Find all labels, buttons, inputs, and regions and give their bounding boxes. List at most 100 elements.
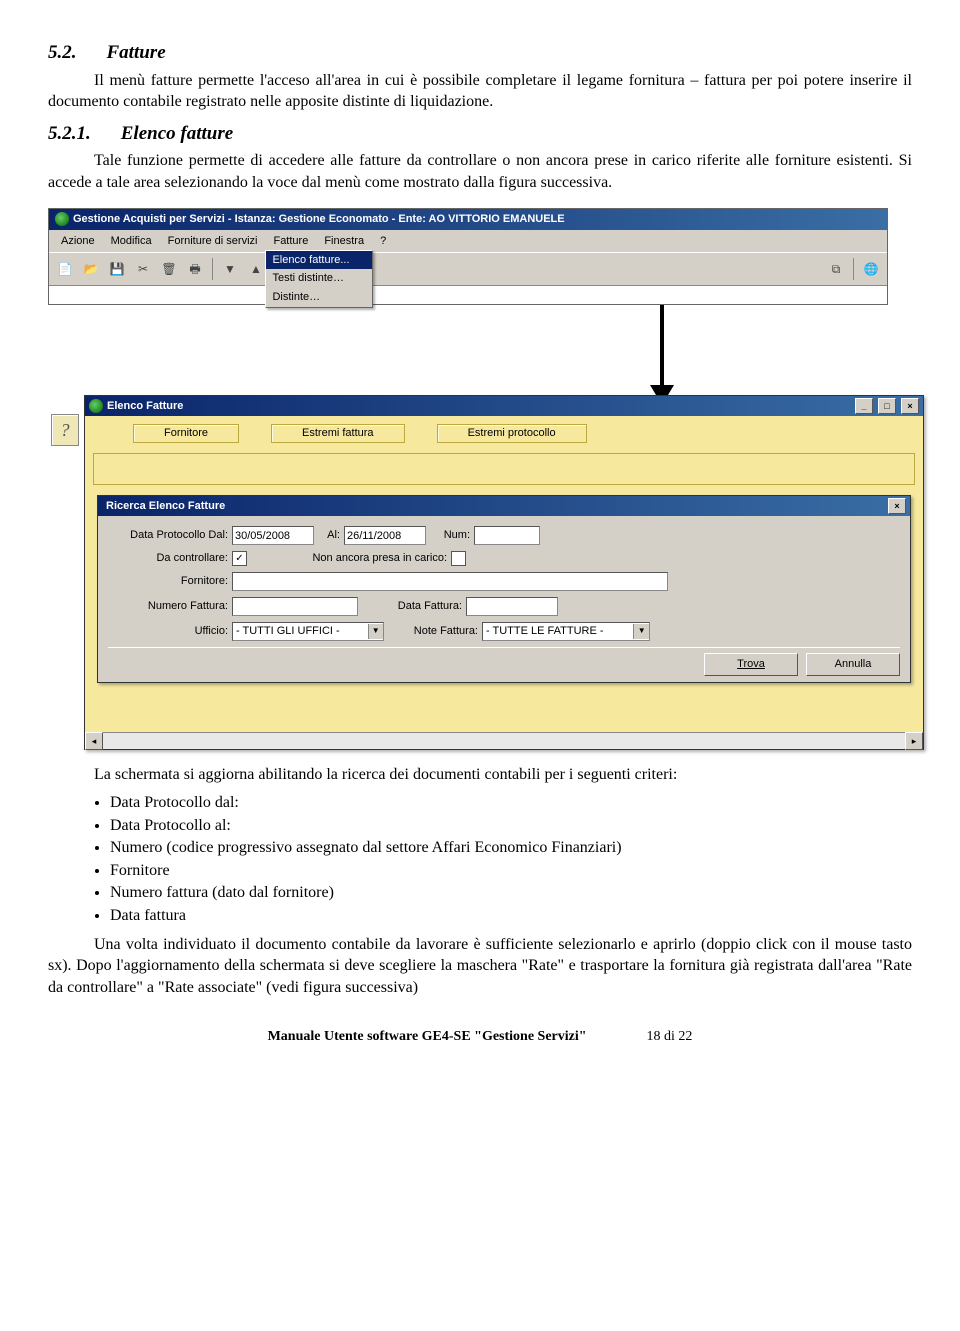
pointer-arrow xyxy=(412,299,912,405)
trova-label: Trova xyxy=(737,657,765,672)
dropdown-testi-distinte[interactable]: Testi distinte… xyxy=(266,269,372,288)
label-fornitore: Fornitore: xyxy=(108,574,228,589)
chevron-down-icon: ▼ xyxy=(368,624,384,639)
toolbar-open-icon[interactable]: 📂 xyxy=(79,257,103,281)
label-da-controllare: Da controllare: xyxy=(108,551,228,566)
input-data-fattura[interactable] xyxy=(466,597,558,616)
menu-finestra[interactable]: Finestra xyxy=(316,232,372,251)
toolbar-new-icon[interactable]: 📄 xyxy=(53,257,77,281)
list-item: Fornitore xyxy=(110,860,912,883)
col-estremi-fattura[interactable]: Estremi fattura xyxy=(271,424,405,443)
ricerca-dialog: Ricerca Elenco Fatture × Data Protocollo… xyxy=(97,495,911,683)
elenco-titlebar: Elenco Fatture _ □ × xyxy=(85,396,923,416)
ricerca-titlebar: Ricerca Elenco Fatture × xyxy=(98,496,910,516)
trova-button[interactable]: Trova xyxy=(704,653,798,676)
subsection-title: Elenco fatture xyxy=(121,123,233,144)
dropdown-distinte[interactable]: Distinte… xyxy=(266,288,372,307)
toolbar-separator xyxy=(212,258,213,280)
app-icon xyxy=(55,212,69,226)
horizontal-scrollbar[interactable]: ◂ ▸ xyxy=(85,732,923,749)
toolbar-print-icon[interactable]: 🖶 xyxy=(183,257,207,281)
annulla-button[interactable]: Annulla xyxy=(806,653,900,676)
input-fornitore[interactable] xyxy=(232,572,668,591)
section-heading: 5.2. Fatture xyxy=(48,40,912,66)
list-item: Numero fattura (dato dal fornitore) xyxy=(110,882,912,905)
toolbar-delete-icon[interactable]: 🗑 xyxy=(157,257,181,281)
toolbar-cut-icon[interactable]: ✂ xyxy=(131,257,155,281)
label-data-prot-dal: Data Protocollo Dal: xyxy=(108,528,228,543)
paragraph-1: Il menù fatture permette l'acceso all'ar… xyxy=(48,70,912,113)
ricerca-form: Data Protocollo Dal: Al: Num: Da control… xyxy=(98,516,910,682)
toolbar-save-icon[interactable]: 💾 xyxy=(105,257,129,281)
menu-fatture[interactable]: Fatture Elenco fatture... Testi distinte… xyxy=(265,232,316,251)
label-ufficio: Ufficio: xyxy=(108,624,228,639)
app-client-area xyxy=(49,285,887,304)
toolbar: 📄 📂 💾 ✂ 🗑 🖶 ▼ ▲ ▶ ⧉ 🌐 xyxy=(49,252,887,285)
elenco-body: Fornitore Estremi fattura Estremi protoc… xyxy=(85,416,923,732)
input-data-prot-al[interactable] xyxy=(344,526,426,545)
elenco-title: Elenco Fatture xyxy=(107,399,183,414)
input-data-prot-dal[interactable] xyxy=(232,526,314,545)
list-area xyxy=(93,453,915,485)
app-window: Gestione Acquisti per Servizi - Istanza:… xyxy=(48,208,888,306)
menu-modifica[interactable]: Modifica xyxy=(103,232,160,251)
toolbar-globe-icon[interactable]: 🌐 xyxy=(859,257,883,281)
app-title: Gestione Acquisti per Servizi - Istanza:… xyxy=(73,212,565,227)
ricerca-title: Ricerca Elenco Fatture xyxy=(106,499,225,514)
label-num-fattura: Numero Fattura: xyxy=(108,599,228,614)
scroll-right-icon[interactable]: ▸ xyxy=(905,732,923,750)
toolbar-up-icon[interactable]: ▲ xyxy=(244,257,268,281)
chevron-down-icon: ▼ xyxy=(633,624,649,639)
toolbar-duplicate-icon[interactable]: ⧉ xyxy=(824,257,848,281)
menu-azione[interactable]: Azione xyxy=(53,232,103,251)
menu-fatture-dropdown: Elenco fatture... Testi distinte… Distin… xyxy=(265,250,373,309)
section-number: 5.2. xyxy=(48,42,77,63)
list-item: Data Protocollo al: xyxy=(110,815,912,838)
window-icon xyxy=(89,399,103,413)
col-estremi-protocollo[interactable]: Estremi protocollo xyxy=(437,424,587,443)
minimize-button[interactable]: _ xyxy=(855,398,873,414)
menu-help[interactable]: ? xyxy=(372,232,394,251)
close-button[interactable]: × xyxy=(901,398,919,414)
label-data-fattura: Data Fattura: xyxy=(362,599,462,614)
input-num-fattura[interactable] xyxy=(232,597,358,616)
footer-page: 18 di 22 xyxy=(647,1028,693,1047)
annulla-label: Annulla xyxy=(835,657,872,672)
label-non-presa: Non ancora presa in carico: xyxy=(251,551,447,566)
label-num: Num: xyxy=(430,528,470,543)
scroll-left-icon[interactable]: ◂ xyxy=(85,732,103,750)
subsection-number: 5.2.1. xyxy=(48,123,91,144)
screenshot-area: Gestione Acquisti per Servizi - Istanza:… xyxy=(48,208,912,751)
menu-forniture[interactable]: Forniture di servizi xyxy=(160,232,266,251)
paragraph-3: La schermata si aggiorna abilitando la r… xyxy=(48,764,912,786)
subsection-heading: 5.2.1. Elenco fatture xyxy=(48,121,912,147)
label-note-fattura: Note Fattura: xyxy=(388,624,478,639)
help-icon[interactable]: ? xyxy=(51,414,79,446)
select-ufficio[interactable]: - TUTTI GLI UFFICI - ▼ xyxy=(232,622,384,641)
paragraph-4: Una volta individuato il documento conta… xyxy=(48,934,912,999)
menubar: Azione Modifica Forniture di servizi Fat… xyxy=(49,230,887,253)
elenco-fatture-window: ? Elenco Fatture _ □ × Fornitore Estremi… xyxy=(84,395,924,750)
menu-fatture-label: Fatture xyxy=(273,235,308,247)
select-note-fattura[interactable]: - TUTTE LE FATTURE - ▼ xyxy=(482,622,650,641)
toolbar-separator xyxy=(853,258,854,280)
paragraph-2: Tale funzione permette di accedere alle … xyxy=(48,150,912,193)
criteria-list: Data Protocollo dal: Data Protocollo al:… xyxy=(48,792,912,928)
dropdown-elenco-fatture[interactable]: Elenco fatture... xyxy=(266,251,372,270)
maximize-button[interactable]: □ xyxy=(878,398,896,414)
close-button[interactable]: × xyxy=(888,498,906,514)
footer-title: Manuale Utente software GE4-SE "Gestione… xyxy=(268,1028,587,1047)
col-fornitore[interactable]: Fornitore xyxy=(133,424,239,443)
input-num[interactable] xyxy=(474,526,540,545)
select-ufficio-value: - TUTTI GLI UFFICI - xyxy=(233,624,368,639)
section-title: Fatture xyxy=(107,42,166,63)
app-titlebar: Gestione Acquisti per Servizi - Istanza:… xyxy=(49,209,887,230)
list-item: Data Protocollo dal: xyxy=(110,792,912,815)
page-footer: Manuale Utente software GE4-SE "Gestione… xyxy=(48,1028,912,1047)
checkbox-non-presa[interactable] xyxy=(451,551,466,566)
select-note-fattura-value: - TUTTE LE FATTURE - xyxy=(483,624,633,639)
list-item: Numero (codice progressivo assegnato dal… xyxy=(110,837,912,860)
checkbox-da-controllare[interactable]: ✓ xyxy=(232,551,247,566)
column-headers: Fornitore Estremi fattura Estremi protoc… xyxy=(93,424,915,443)
toolbar-down-icon[interactable]: ▼ xyxy=(218,257,242,281)
